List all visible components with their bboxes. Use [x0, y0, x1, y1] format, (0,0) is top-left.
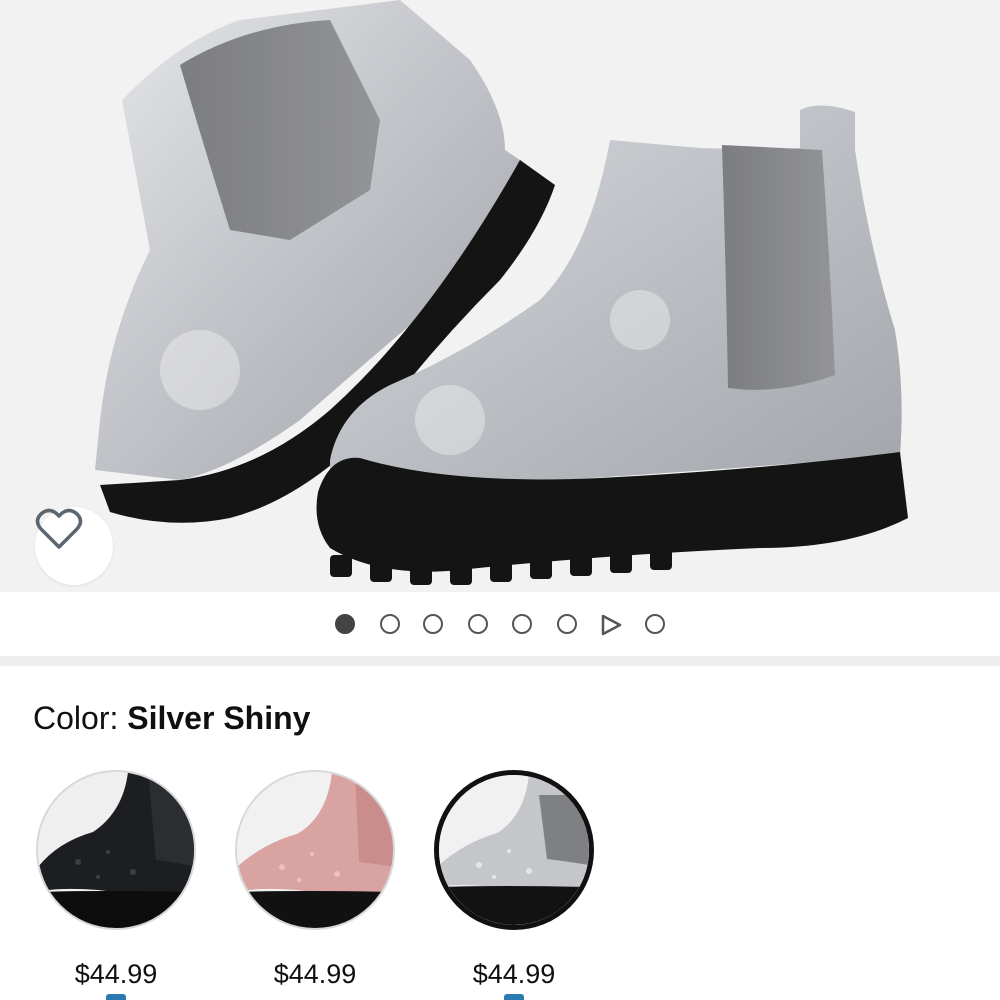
swatch-price-pink: $44.99	[273, 959, 357, 989]
selected-color-name: Silver Shiny	[127, 700, 311, 736]
heart-outline-icon	[35, 508, 83, 549]
carousel-dot-1[interactable]	[335, 614, 355, 634]
swatch-link-fragment	[504, 994, 524, 1000]
swatch-price-black: $44.99	[74, 959, 158, 989]
product-image[interactable]	[0, 0, 1000, 592]
color-label: Color: Silver Shiny	[33, 698, 310, 738]
color-swatch-black[interactable]	[36, 770, 196, 930]
image-carousel-indicators	[0, 592, 1000, 656]
color-swatch-silver-selected[interactable]	[434, 770, 594, 930]
carousel-video-play-icon[interactable]	[600, 614, 622, 636]
swatch-link-fragment	[106, 994, 126, 1000]
silver-boot-thumbnail	[439, 775, 589, 925]
black-boot-thumbnail	[38, 772, 194, 928]
section-divider	[0, 656, 1000, 666]
color-label-prefix: Color:	[33, 700, 119, 736]
carousel-dot-2[interactable]	[380, 614, 400, 634]
pink-boot-thumbnail	[237, 772, 393, 928]
boots-illustration	[95, 0, 908, 585]
favorite-button[interactable]	[35, 507, 113, 585]
carousel-dot-3[interactable]	[423, 614, 443, 634]
color-swatch-pink[interactable]	[235, 770, 395, 930]
carousel-dot-4[interactable]	[468, 614, 488, 634]
carousel-dot-8[interactable]	[645, 614, 665, 634]
carousel-dot-5[interactable]	[512, 614, 532, 634]
swatch-price-silver: $44.99	[472, 959, 556, 989]
carousel-dot-6[interactable]	[557, 614, 577, 634]
